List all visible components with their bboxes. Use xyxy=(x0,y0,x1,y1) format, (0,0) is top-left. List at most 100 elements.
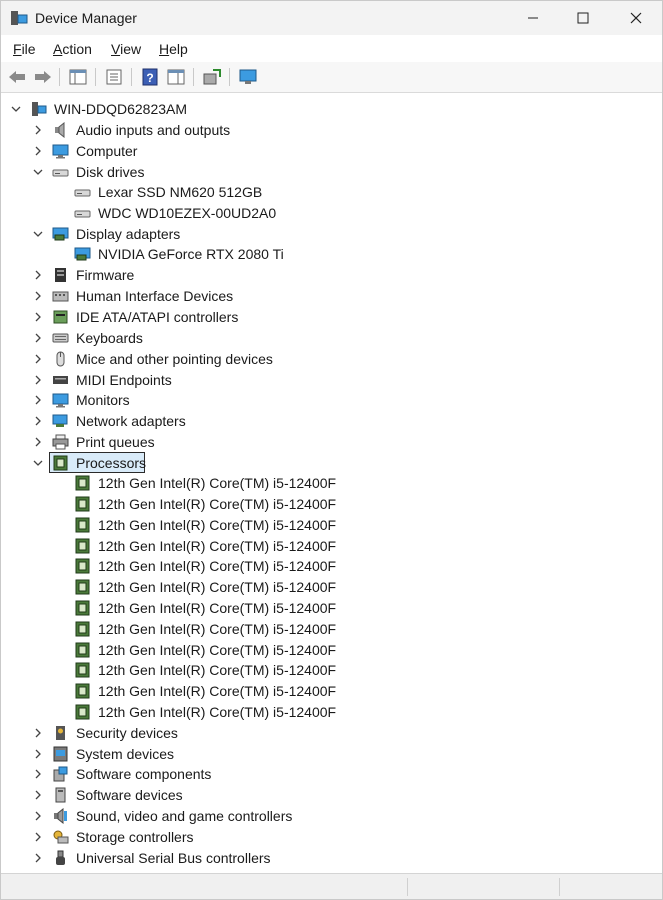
tree-device-item[interactable]: 12th Gen Intel(R) Core(TM) i5-12400F xyxy=(1,556,641,576)
action-pane-button[interactable] xyxy=(165,66,187,88)
svg-text:?: ? xyxy=(146,71,153,85)
disk-drive-icon xyxy=(74,184,91,200)
help-button[interactable]: ? xyxy=(139,66,161,88)
tree-device-label: 12th Gen Intel(R) Core(TM) i5-12400F xyxy=(98,621,337,637)
tree-category-mice[interactable]: Mice and other pointing devices xyxy=(1,349,641,369)
tree-category-usb[interactable]: Universal Serial Bus controllers xyxy=(1,848,641,868)
device-manager-app-icon xyxy=(11,11,28,25)
chevron-down-icon[interactable] xyxy=(10,103,22,115)
tree-category-audio[interactable]: Audio inputs and outputs xyxy=(1,120,641,140)
tree-device-label: Lexar SSD NM620 512GB xyxy=(98,184,263,200)
processor-icon xyxy=(74,475,91,491)
tree-category-processors[interactable]: Processors xyxy=(1,452,641,473)
chevron-right-icon[interactable] xyxy=(32,290,44,302)
device-tree[interactable]: WIN-DDQD62823AM Audio inputs and outputs… xyxy=(1,96,662,871)
chevron-right-icon[interactable] xyxy=(32,810,44,822)
chevron-down-icon[interactable] xyxy=(32,166,44,178)
tree-device-item[interactable]: WDC WD10EZEX-00UD2A0 xyxy=(1,203,641,223)
maximize-button[interactable] xyxy=(558,1,608,35)
update-driver-button[interactable] xyxy=(201,66,223,88)
chevron-right-icon[interactable] xyxy=(32,374,44,386)
chevron-right-icon[interactable] xyxy=(32,332,44,344)
chevron-right-icon[interactable] xyxy=(32,436,44,448)
tree-device-label: 12th Gen Intel(R) Core(TM) i5-12400F xyxy=(98,704,337,720)
tree-category-storage[interactable]: Storage controllers xyxy=(1,827,641,847)
tree-category-software-devices[interactable]: Software devices xyxy=(1,785,641,805)
tree-device-label: 12th Gen Intel(R) Core(TM) i5-12400F xyxy=(98,642,337,658)
chevron-down-icon[interactable] xyxy=(32,228,44,240)
tree-category-print-queues[interactable]: Print queues xyxy=(1,432,641,452)
tree-category-firmware[interactable]: Firmware xyxy=(1,265,641,285)
tree-device-item[interactable]: 12th Gen Intel(R) Core(TM) i5-12400F xyxy=(1,702,641,722)
status-cell xyxy=(407,878,558,896)
tree-device-label: WDC WD10EZEX-00UD2A0 xyxy=(98,205,277,221)
tree-device-item[interactable]: 12th Gen Intel(R) Core(TM) i5-12400F xyxy=(1,577,641,597)
tree-category-midi[interactable]: MIDI Endpoints xyxy=(1,370,641,390)
tree-device-item[interactable]: 12th Gen Intel(R) Core(TM) i5-12400F xyxy=(1,660,641,680)
chevron-right-icon[interactable] xyxy=(32,831,44,843)
chevron-right-icon[interactable] xyxy=(32,789,44,801)
tree-category-disk-drives[interactable]: Disk drives xyxy=(1,162,641,182)
tree-category-computer[interactable]: Computer xyxy=(1,141,641,161)
tree-device-item[interactable]: 12th Gen Intel(R) Core(TM) i5-12400F xyxy=(1,598,641,618)
tree-category-label: Keyboards xyxy=(76,330,143,346)
tree-category-display-adapters[interactable]: Display adapters xyxy=(1,224,641,244)
chevron-right-icon[interactable] xyxy=(32,124,44,136)
forward-arrow-icon xyxy=(35,71,51,83)
tree-device-item[interactable]: 12th Gen Intel(R) Core(TM) i5-12400F xyxy=(1,536,641,556)
system-device-icon xyxy=(52,746,69,762)
chevron-right-icon[interactable] xyxy=(32,311,44,323)
tree-category-hid[interactable]: Human Interface Devices xyxy=(1,286,641,306)
back-button[interactable] xyxy=(6,66,28,88)
tree-device-item[interactable]: 12th Gen Intel(R) Core(TM) i5-12400F xyxy=(1,494,641,514)
tree-category-keyboards[interactable]: Keyboards xyxy=(1,328,641,348)
tree-device-item[interactable]: NVIDIA GeForce RTX 2080 Ti xyxy=(1,244,641,264)
chevron-down-icon[interactable] xyxy=(32,457,44,469)
chevron-right-icon[interactable] xyxy=(32,394,44,406)
tree-device-item[interactable]: 12th Gen Intel(R) Core(TM) i5-12400F xyxy=(1,473,641,493)
tree-category-label: Audio inputs and outputs xyxy=(76,122,231,138)
chevron-right-icon[interactable] xyxy=(32,768,44,780)
tree-device-item[interactable]: 12th Gen Intel(R) Core(TM) i5-12400F xyxy=(1,619,641,639)
tree-category-label: Print queues xyxy=(76,434,155,450)
tree-device-item[interactable]: 12th Gen Intel(R) Core(TM) i5-12400F xyxy=(1,681,641,701)
chevron-right-icon[interactable] xyxy=(32,727,44,739)
chevron-right-icon[interactable] xyxy=(32,353,44,365)
computer-root-icon xyxy=(30,101,47,117)
tree-device-item[interactable]: Lexar SSD NM620 512GB xyxy=(1,182,641,202)
tree-category-network[interactable]: Network adapters xyxy=(1,411,641,431)
tree-category-ide[interactable]: IDE ATA/ATAPI controllers xyxy=(1,307,641,327)
tree-device-item[interactable]: 12th Gen Intel(R) Core(TM) i5-12400F xyxy=(1,640,641,660)
chevron-right-icon[interactable] xyxy=(32,748,44,760)
scan-hardware-button[interactable] xyxy=(237,66,259,88)
disk-drive-icon xyxy=(74,205,91,221)
menu-file[interactable]: File xyxy=(13,41,36,57)
tree-category-monitors[interactable]: Monitors xyxy=(1,390,641,410)
menu-view[interactable]: View xyxy=(111,41,141,57)
menu-help[interactable]: Help xyxy=(159,41,188,57)
menu-action-label: ction xyxy=(62,41,92,57)
tree-category-software-components[interactable]: Software components xyxy=(1,764,641,784)
chevron-right-icon[interactable] xyxy=(32,852,44,864)
menu-action[interactable]: Action xyxy=(53,41,92,57)
security-device-icon xyxy=(52,725,69,741)
chevron-right-icon[interactable] xyxy=(32,269,44,281)
tree-category-sound[interactable]: Sound, video and game controllers xyxy=(1,806,641,826)
tree-category-label: Network adapters xyxy=(76,413,186,429)
processor-icon xyxy=(74,558,91,574)
tree-category-security[interactable]: Security devices xyxy=(1,723,641,743)
tree-category-label: Firmware xyxy=(76,267,135,283)
forward-button[interactable] xyxy=(32,66,54,88)
tree-category-label: Processors xyxy=(76,455,147,471)
tree-category-system[interactable]: System devices xyxy=(1,744,641,764)
close-button[interactable] xyxy=(611,1,661,35)
title-bar[interactable]: Device Manager xyxy=(1,1,662,35)
chevron-right-icon[interactable] xyxy=(32,415,44,427)
tree-device-label: 12th Gen Intel(R) Core(TM) i5-12400F xyxy=(98,579,337,595)
show-hide-console-tree-button[interactable] xyxy=(67,66,89,88)
minimize-button[interactable] xyxy=(508,1,558,35)
tree-root[interactable]: WIN-DDQD62823AM xyxy=(1,99,641,119)
chevron-right-icon[interactable] xyxy=(32,145,44,157)
tree-device-item[interactable]: 12th Gen Intel(R) Core(TM) i5-12400F xyxy=(1,515,641,535)
properties-button[interactable] xyxy=(103,66,125,88)
